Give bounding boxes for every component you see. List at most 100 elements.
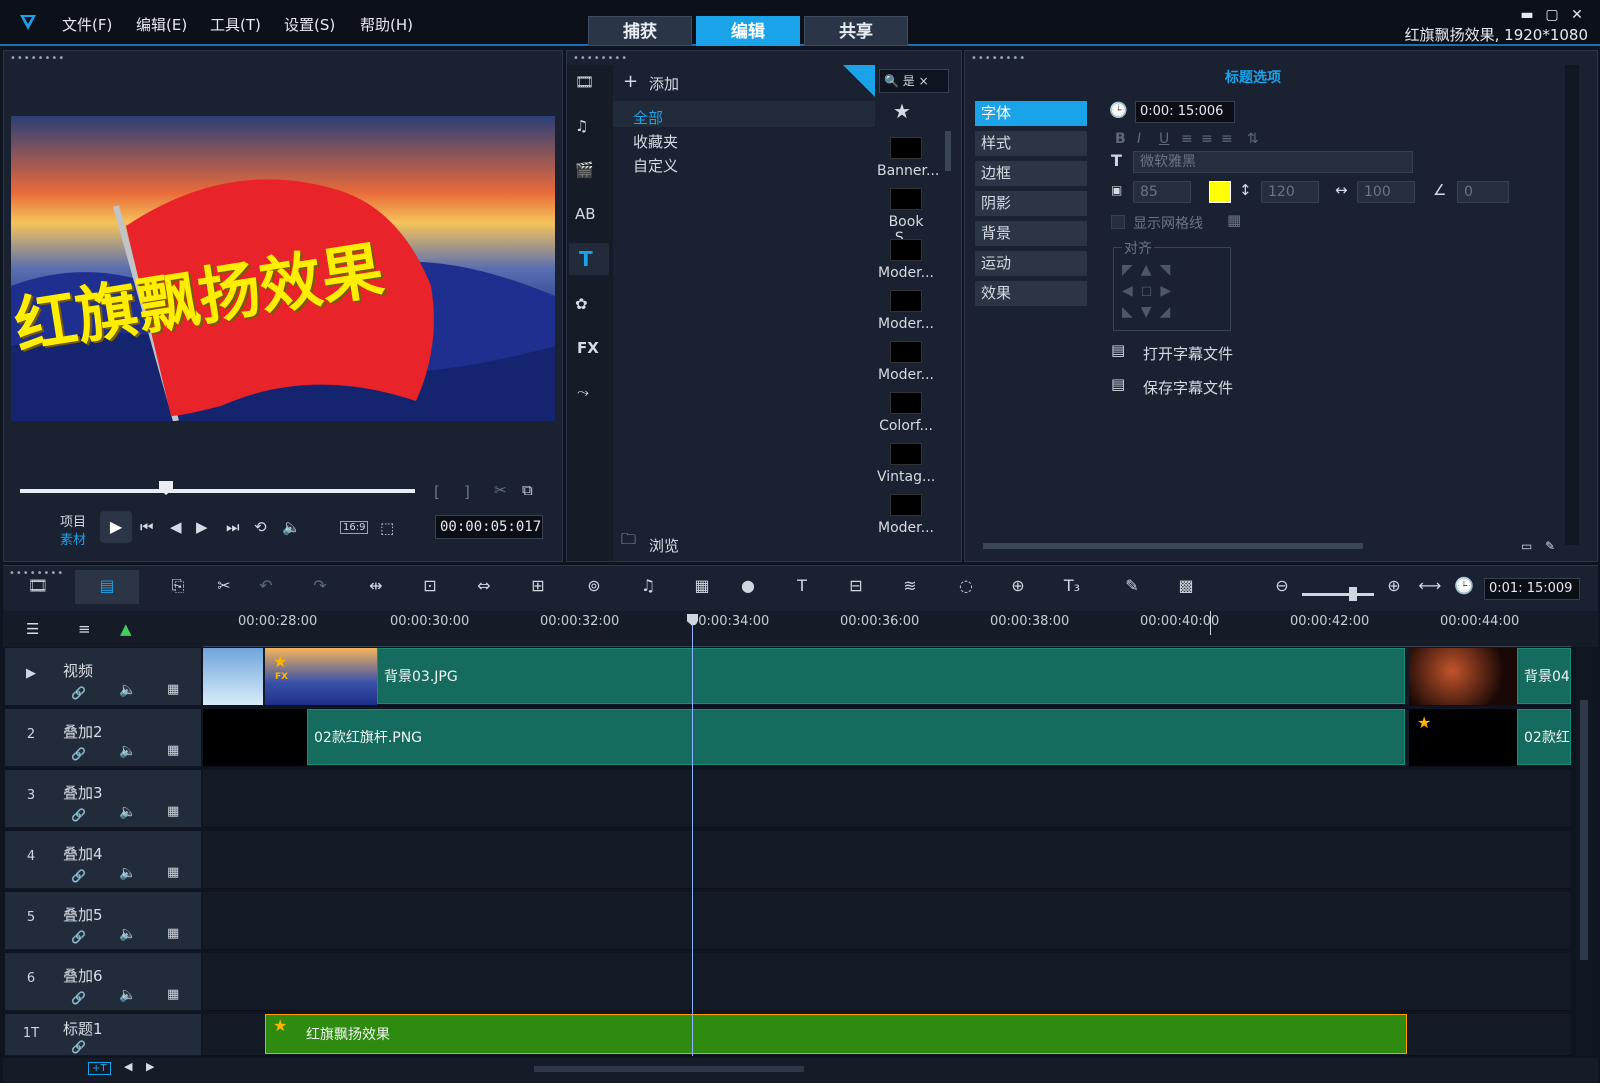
trim-icon[interactable]: ⊡ — [416, 572, 444, 600]
menu-file[interactable]: 文件(F) — [62, 14, 112, 35]
enlarge-preview-icon[interactable]: ⧉ — [522, 481, 533, 499]
fit-project-icon[interactable]: ⟷ — [1416, 572, 1444, 600]
playhead-line[interactable] — [692, 618, 693, 1056]
tab-background[interactable]: 背景 — [975, 221, 1087, 246]
storyboard-view-icon[interactable]: 🎞 — [24, 572, 52, 600]
track-header-overlay6[interactable]: 6 叠加6 🔗 🔈 ▦ — [5, 953, 201, 1011]
track-header-video[interactable]: ▶ 视频 🔗 🔈 ▦ — [5, 648, 201, 706]
zoom-slider-handle[interactable] — [1349, 587, 1357, 601]
mode-clip[interactable]: 素材 — [60, 529, 86, 548]
tab-share[interactable]: 共享 — [804, 16, 908, 46]
play-button[interactable]: ▶ — [100, 511, 132, 543]
clip-flagpole-2[interactable]: 02款红旗杆 — [1517, 709, 1571, 765]
track-overlay4[interactable] — [203, 831, 1571, 889]
clip-title[interactable]: 红旗飘扬效果 — [265, 1014, 1407, 1054]
color-grading-icon[interactable]: ● — [734, 572, 762, 600]
font-select[interactable]: 微软雅黑 — [1133, 151, 1413, 173]
track-overlay5[interactable] — [203, 892, 1571, 950]
marker-icon[interactable]: ▲ — [120, 620, 132, 638]
zoom-slider[interactable] — [1302, 593, 1374, 596]
panel-grip[interactable]: •••••••• — [573, 53, 628, 64]
undo-icon[interactable]: ↶ — [252, 572, 280, 600]
panel-grip[interactable]: •••••••• — [971, 53, 1026, 64]
track-header-overlay2[interactable]: 2 叠加2 🔗 🔈 ▦ — [5, 709, 201, 767]
prev-frame-icon[interactable]: ◀ — [170, 518, 182, 536]
clear-search-icon[interactable]: × — [919, 74, 929, 88]
thumb-scrollbar[interactable] — [945, 131, 951, 171]
line-spacing-field[interactable]: 120 — [1261, 181, 1319, 203]
record-icon[interactable]: ⊚ — [580, 572, 608, 600]
grid-checkbox[interactable] — [1111, 215, 1125, 229]
track-header-title1[interactable]: 1T 标题1 🔗 — [5, 1014, 201, 1056]
timeline-vscroll-thumb[interactable] — [1580, 700, 1588, 960]
thumb-item[interactable]: Banner... — [877, 137, 939, 179]
graphics-icon[interactable]: ✿ — [575, 295, 588, 313]
thumb-item[interactable]: Moder... — [877, 239, 935, 281]
char-spacing-field[interactable]: 100 — [1357, 181, 1415, 203]
browse-icon[interactable]: 🗀 — [621, 529, 636, 554]
ripple-icon[interactable]: ⇔ — [470, 572, 498, 600]
track-overlay3[interactable] — [203, 770, 1571, 828]
fit-icon[interactable]: ⇹ — [362, 572, 390, 600]
panel-grip[interactable]: •••••••• — [10, 53, 65, 64]
clip-fireworks-thumb[interactable] — [1409, 648, 1517, 705]
multi-cam-icon[interactable]: ▦ — [688, 572, 716, 600]
track-settings-icon[interactable]: ☰ — [26, 620, 39, 638]
close-button[interactable]: ✕ — [1568, 6, 1586, 24]
favorite-add-icon[interactable]: ★ — [893, 99, 911, 123]
tab-style[interactable]: 样式 — [975, 131, 1087, 156]
aspect-ratio-button[interactable]: 16:9 — [340, 521, 369, 534]
mark-in-button[interactable]: [ — [434, 483, 440, 501]
track-manager-icon[interactable]: ⎘ — [164, 572, 192, 600]
menu-settings[interactable]: 设置(S) — [284, 14, 335, 35]
add-icon[interactable]: + — [623, 71, 638, 92]
stopmotion-icon[interactable]: ▩ — [1172, 572, 1200, 600]
thumb-item[interactable]: Colorf... — [877, 392, 935, 434]
thumb-item[interactable]: Moder... — [877, 494, 935, 536]
options-hscrollbar[interactable] — [983, 543, 1363, 549]
clip-background-04[interactable]: 背景04.JPG — [1517, 648, 1571, 704]
track-overlay2[interactable]: 02款红旗杆.PNG ★ 02款红旗杆 — [203, 709, 1571, 767]
category-favorites[interactable]: 收藏夹 — [633, 131, 678, 152]
track-video[interactable]: ★ FX 背景03.JPG 背景04.JPG — [203, 648, 1571, 706]
paint-icon[interactable]: ✎ — [1118, 572, 1146, 600]
resize-icon[interactable]: ⬚ — [380, 519, 394, 537]
menu-help[interactable]: 帮助(H) — [360, 14, 413, 35]
thumb-item[interactable]: Book S... — [877, 188, 935, 246]
fx-icon[interactable]: FX — [577, 339, 599, 357]
zoom-in-icon[interactable]: ⊕ — [1380, 572, 1408, 600]
font-size-field[interactable]: 85 — [1133, 181, 1191, 203]
next-frame-icon[interactable]: ▶ — [196, 518, 208, 536]
mode-project[interactable]: 项目 — [60, 511, 86, 530]
slip-icon[interactable]: ⊞ — [524, 572, 552, 600]
clip-flagpole-thumb[interactable] — [203, 709, 307, 766]
tools-icon[interactable]: ✂ — [210, 572, 238, 600]
align-right-icon[interactable]: ≡ — [1221, 131, 1233, 147]
tab-motion[interactable]: 运动 — [975, 251, 1087, 276]
thumb-item[interactable]: Vintag... — [877, 443, 935, 485]
mask-icon[interactable]: ◌ — [952, 572, 980, 600]
align-left-icon[interactable]: ≡ — [1181, 131, 1193, 147]
go-start-icon[interactable]: ⏮ — [140, 518, 154, 536]
volume-icon[interactable]: 🔈 — [282, 518, 301, 536]
edit-icon[interactable]: ✎ — [1545, 539, 1555, 553]
split-screen-icon[interactable]: ⊟ — [842, 572, 870, 600]
clip-flagpole-png[interactable]: 02款红旗杆.PNG — [307, 709, 1405, 765]
instant-project-icon[interactable]: 🎬 — [575, 161, 594, 179]
tab-font[interactable]: 字体 — [975, 101, 1087, 126]
italic-button[interactable]: I — [1137, 131, 1141, 147]
mark-out-button[interactable]: ] — [464, 483, 470, 501]
timeline-hscroll-thumb[interactable] — [534, 1066, 804, 1072]
menu-edit[interactable]: 编辑(E) — [136, 14, 187, 35]
scroll-left-icon[interactable]: ◀ — [124, 1060, 132, 1073]
add-label[interactable]: 添加 — [649, 73, 679, 94]
category-custom[interactable]: 自定义 — [633, 155, 678, 176]
tracking-icon[interactable]: ⊕ — [1004, 572, 1032, 600]
tab-capture[interactable]: 捕获 — [588, 16, 692, 46]
tab-border[interactable]: 边框 — [975, 161, 1087, 186]
view-mode-icon[interactable]: ▭ — [1521, 539, 1532, 553]
audio-icon[interactable]: ♫ — [575, 117, 588, 135]
sound-mixer-icon[interactable]: ♫ — [634, 572, 662, 600]
redo-icon[interactable]: ↷ — [306, 572, 334, 600]
zoom-out-icon[interactable]: ⊖ — [1268, 572, 1296, 600]
